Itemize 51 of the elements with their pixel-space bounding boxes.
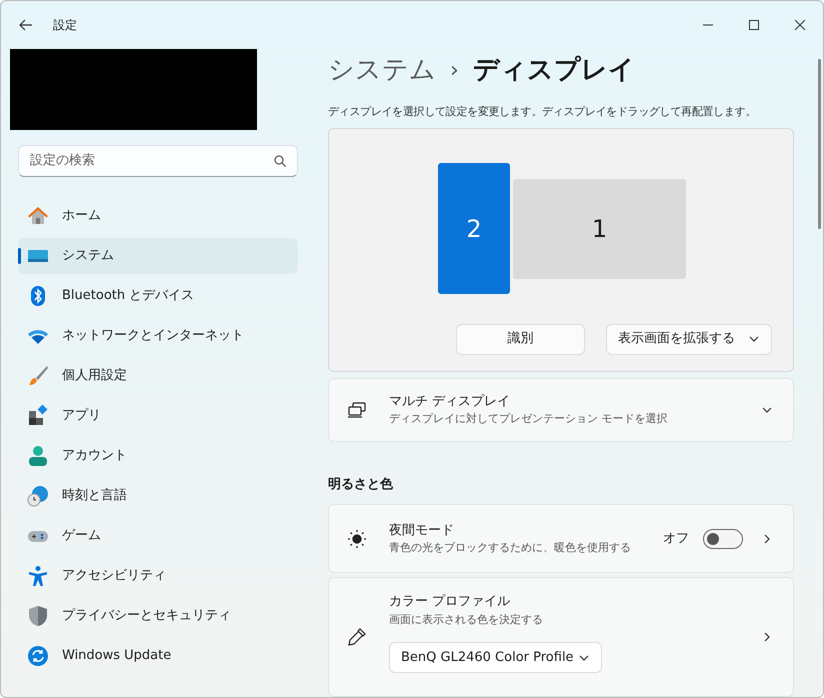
monitor-tile[interactable]: 2 <box>438 163 510 294</box>
scrollbar[interactable] <box>818 59 821 229</box>
sun-icon <box>347 528 367 549</box>
search-input[interactable]: 設定の検索 <box>30 151 274 171</box>
sidebar-icon <box>27 605 49 627</box>
sidebar-item[interactable]: 個人用設定 <box>18 358 298 394</box>
toggle-switch[interactable] <box>703 528 743 549</box>
sidebar-icon <box>27 205 49 227</box>
back-arrow-icon[interactable] <box>19 18 33 32</box>
card-subtitle: 青色の光をブロックするために、暖色を使用する <box>389 540 631 556</box>
breadcrumb-separator: › <box>450 57 459 86</box>
sidebar-icon <box>27 565 49 587</box>
monitors-icon <box>347 400 367 419</box>
sidebar-item[interactable]: ネットワークとインターネット <box>18 318 298 354</box>
color-profile-dropdown[interactable]: BenQ GL2460 Color Profile <box>389 642 602 674</box>
card-title: カラー プロファイル <box>389 593 512 612</box>
close-icon <box>795 20 805 30</box>
card-subtitle: 画面に表示される色を決定する <box>389 612 544 628</box>
sidebar-item[interactable]: アプリ <box>18 398 298 434</box>
arrangement-description: ディスプレイを選択して設定を変更します。ディスプレイをドラッグして再配置します。 <box>328 104 756 120</box>
night-light-card[interactable]: 夜間モード 青色の光をブロックするために、暖色を使用する オフ <box>328 504 794 574</box>
sidebar-item[interactable]: 時刻と言語 <box>18 478 298 514</box>
sidebar-item[interactable]: プライバシーとセキュリティ <box>18 598 298 634</box>
card-title: マルチ ディスプレイ <box>389 392 512 411</box>
card-subtitle: ディスプレイに対してプレゼンテーション モードを選択 <box>389 411 668 428</box>
sidebar-item[interactable]: ホーム <box>18 198 298 234</box>
display-mode-dropdown[interactable]: 表示画面を拡張する <box>606 324 772 355</box>
sidebar-item[interactable]: ゲーム <box>18 518 298 554</box>
search-field[interactable]: 設定の検索 <box>18 145 298 177</box>
toggle-status: オフ <box>663 530 689 548</box>
sidebar-item[interactable]: アクセシビリティ <box>18 558 298 594</box>
sidebar-item[interactable]: Windows Update <box>18 638 298 674</box>
breadcrumb-link[interactable]: システム <box>328 51 436 90</box>
multi-display-card[interactable]: マルチ ディスプレイ ディスプレイに対してプレゼンテーション モードを選択 <box>328 378 794 442</box>
color-profile-card[interactable]: カラー プロファイル 画面に表示される色を決定する BenQ GL2460 Color Profile <box>328 577 794 697</box>
maximize-icon <box>749 20 759 30</box>
sidebar-icon <box>27 365 49 387</box>
sidebar-icon <box>27 645 49 667</box>
section-heading: 明るさと色 <box>328 476 394 494</box>
window-title: 設定 <box>53 17 77 34</box>
search-icon <box>274 155 286 167</box>
sidebar-icon <box>27 445 49 467</box>
card-title: 夜間モード <box>389 522 455 540</box>
sidebar-icon <box>27 405 49 427</box>
sidebar-item[interactable]: システム <box>18 238 298 274</box>
sidebar-icon <box>27 485 49 507</box>
identify-button[interactable]: 識別 <box>456 324 585 355</box>
page-title: ディスプレイ <box>472 54 635 88</box>
sidebar-item[interactable]: Bluetooth とデバイス <box>18 278 298 314</box>
sidebar-item[interactable]: アカウント <box>18 438 298 474</box>
monitor-tile[interactable]: 1 <box>513 178 686 279</box>
